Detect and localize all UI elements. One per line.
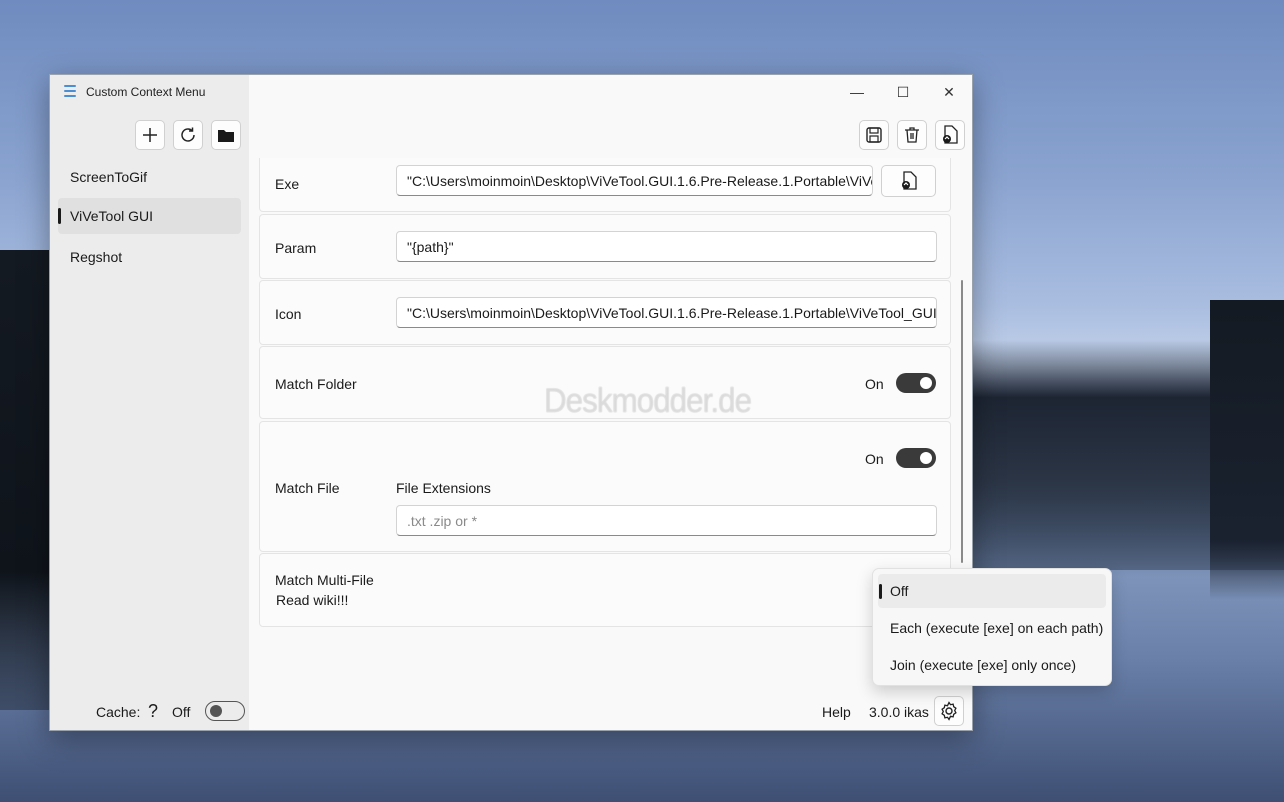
save-button[interactable]: [859, 120, 889, 150]
app-window: Custom Context Menu ScreenToGif ViVeTool…: [49, 74, 973, 731]
browse-exe-button[interactable]: [881, 165, 936, 197]
exe-input[interactable]: "C:\Users\moinmoin\Desktop\ViVeTool.GUI.…: [396, 165, 873, 196]
sidebar-item-vivetool-gui[interactable]: ViVeTool GUI: [58, 198, 241, 234]
minimize-icon: —: [850, 84, 864, 100]
add-button[interactable]: [135, 120, 165, 150]
param-label: Param: [275, 240, 317, 256]
open-folder-button[interactable]: [211, 120, 241, 150]
close-icon: ✕: [943, 83, 955, 100]
exe-card: Exe "C:\Users\moinmoin\Desktop\ViVeTool.…: [259, 158, 951, 212]
icon-card: Icon "C:\Users\moinmoin\Desktop\ViVeTool…: [259, 280, 951, 345]
match-multi-file-label: Match Multi-File: [275, 572, 374, 588]
dropdown-option-off[interactable]: Off: [878, 574, 1106, 608]
delete-button[interactable]: [897, 120, 927, 150]
add-icon: [143, 128, 157, 142]
sidebar-item-label: ViVeTool GUI: [70, 208, 154, 224]
open-file-icon: [901, 171, 917, 190]
maximize-icon: ☐: [896, 83, 910, 100]
open-file-button[interactable]: [935, 120, 965, 150]
settings-button[interactable]: [934, 696, 964, 726]
exe-label: Exe: [275, 176, 300, 192]
sidebar: Custom Context Menu ScreenToGif ViVeTool…: [50, 75, 249, 730]
watermark-logo: Deskmodder.de: [544, 382, 752, 420]
folder-icon: [218, 130, 234, 142]
match-file-toggle[interactable]: [896, 448, 936, 468]
file-extensions-label: File Extensions: [396, 480, 491, 496]
match-folder-state: On: [865, 376, 884, 392]
param-input[interactable]: "{path}": [396, 231, 937, 262]
cache-toggle[interactable]: [205, 701, 245, 721]
multi-file-mode-dropdown[interactable]: Off Each (execute [exe] on each path) Jo…: [872, 568, 1112, 686]
maximize-button[interactable]: ☐: [883, 79, 923, 105]
refresh-button[interactable]: [173, 120, 203, 150]
sidebar-item-screentogif[interactable]: ScreenToGif: [58, 159, 241, 195]
match-file-card: On Match File File Extensions .txt .zip …: [259, 421, 951, 552]
match-folder-label: Match Folder: [275, 376, 357, 392]
cache-state-label: Off: [172, 704, 191, 720]
cache-label: Cache:: [96, 704, 141, 720]
save-icon: [866, 127, 882, 143]
version-label: 3.0.0 ikas: [869, 704, 929, 720]
app-menu-icon[interactable]: [64, 85, 76, 97]
file-extensions-input[interactable]: .txt .zip or *: [396, 505, 937, 536]
desktop-trees: [1210, 300, 1284, 600]
read-wiki-link[interactable]: Read wiki!!!: [276, 592, 348, 608]
param-card: Param "{path}": [259, 214, 951, 279]
match-file-label: Match File: [275, 480, 340, 496]
refresh-icon: [181, 127, 195, 142]
icon-label: Icon: [275, 306, 302, 322]
app-title: Custom Context Menu: [86, 85, 206, 99]
minimize-button[interactable]: —: [837, 79, 877, 105]
match-multi-file-card: Match Multi-File Read wiki!!!: [259, 553, 951, 627]
match-file-state: On: [865, 451, 884, 467]
help-link[interactable]: Help: [822, 704, 851, 720]
delete-icon: [905, 127, 919, 143]
sidebar-item-label: ScreenToGif: [70, 169, 148, 185]
gear-icon: [941, 701, 957, 721]
sidebar-item-label: Regshot: [70, 249, 123, 265]
help-question-icon[interactable]: ?: [148, 701, 158, 722]
open-file-icon: [943, 125, 958, 144]
match-folder-toggle[interactable]: [896, 373, 936, 393]
sidebar-item-regshot[interactable]: Regshot: [58, 239, 241, 275]
scrollbar[interactable]: [961, 280, 963, 563]
dropdown-option-join[interactable]: Join (execute [exe] only once): [878, 648, 1106, 682]
close-button[interactable]: ✕: [929, 79, 969, 105]
dropdown-option-each[interactable]: Each (execute [exe] on each path): [878, 611, 1106, 645]
icon-path-input[interactable]: "C:\Users\moinmoin\Desktop\ViVeTool.GUI.…: [396, 297, 937, 328]
